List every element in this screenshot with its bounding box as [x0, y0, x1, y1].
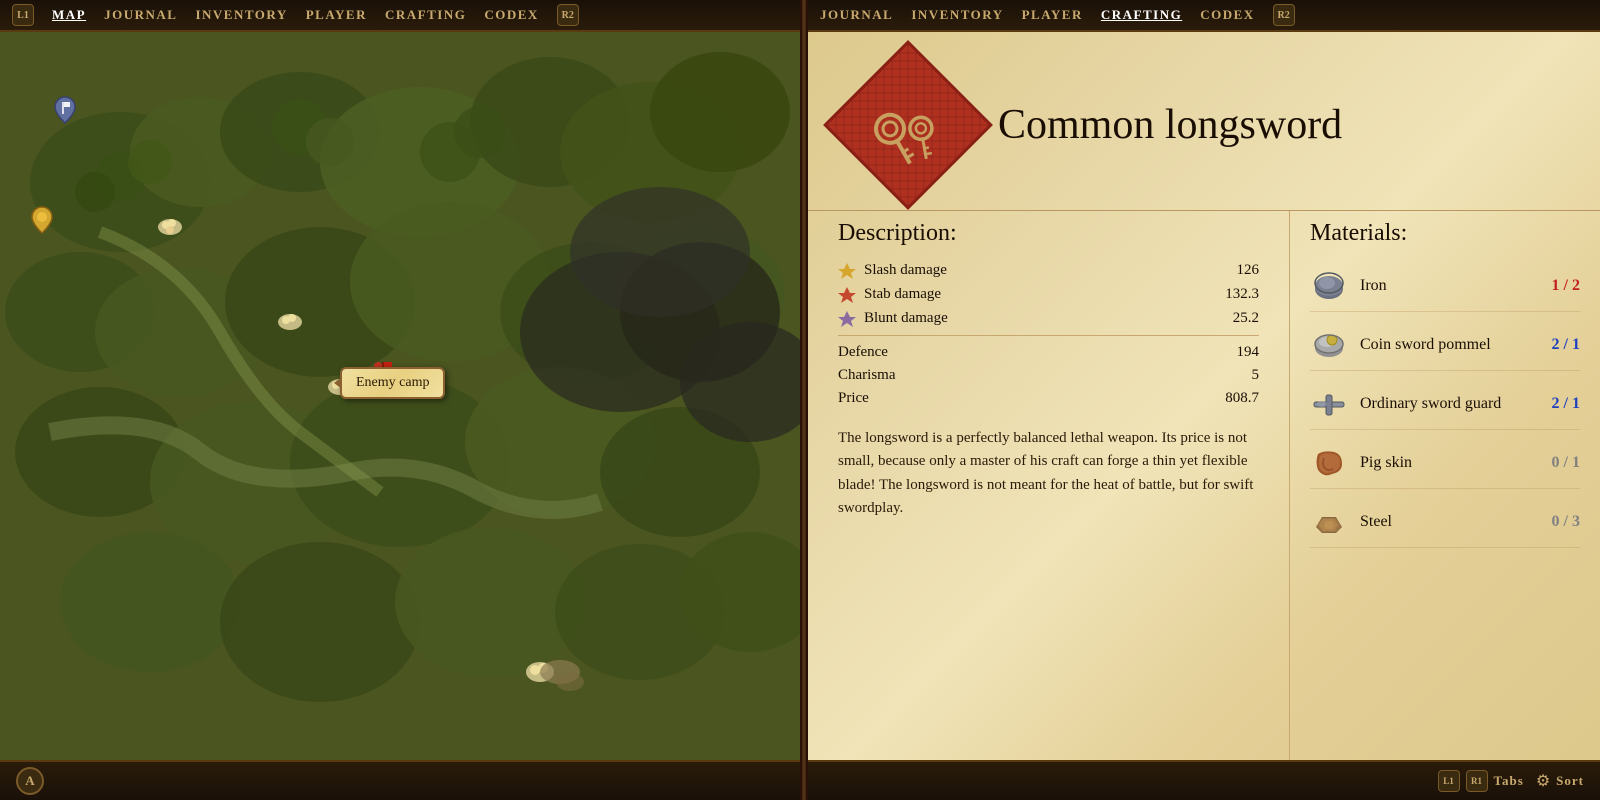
guard-count: 2 / 1	[1552, 395, 1580, 413]
nav-r-codex[interactable]: CODEX	[1200, 7, 1254, 23]
r2-button[interactable]: R2	[557, 4, 579, 26]
stat-slash: Slash damage 126	[838, 261, 1259, 279]
material-iron: Iron 1 / 2	[1310, 261, 1580, 312]
map-area[interactable]: Enemy camp	[0, 32, 800, 760]
panel-divider	[800, 0, 808, 800]
header-separator	[808, 210, 1600, 211]
iron-count: 1 / 2	[1552, 277, 1580, 295]
r1-footer-button[interactable]: R1	[1466, 770, 1488, 792]
pommel-count: 2 / 1	[1552, 336, 1580, 354]
crafting-panel: JOURNAL INVENTORY PLAYER CRAFTING CODEX …	[808, 0, 1600, 800]
stat-charisma: Charisma 5	[838, 367, 1259, 384]
bottom-bar-left: A	[0, 760, 800, 800]
stat-price: Price 808.7	[838, 390, 1259, 407]
pommel-name: Coin sword pommel	[1360, 336, 1540, 354]
item-icon-svg	[853, 75, 963, 185]
l1-button[interactable]: L1	[12, 4, 34, 26]
a-button[interactable]: A	[16, 767, 44, 795]
r2-button-right[interactable]: R2	[1273, 4, 1295, 26]
nav-journal[interactable]: JOURNAL	[104, 7, 177, 23]
stat-blunt: Blunt damage 25.2	[838, 309, 1259, 327]
enemy-camp-tooltip: Enemy camp	[340, 367, 445, 399]
nav-r-player[interactable]: PLAYER	[1022, 7, 1083, 23]
blunt-icon	[838, 309, 856, 327]
sort-label: Sort	[1556, 773, 1584, 789]
nav-inventory[interactable]: INVENTORY	[195, 7, 287, 23]
nav-map[interactable]: MAP	[52, 7, 86, 23]
item-header: Common longsword	[808, 40, 1600, 210]
item-title: Common longsword	[998, 102, 1342, 148]
nav-bar-right: JOURNAL INVENTORY PLAYER CRAFTING CODEX …	[808, 0, 1600, 32]
nav-codex[interactable]: CODEX	[484, 7, 538, 23]
sort-button[interactable]: ⚙ Sort	[1536, 771, 1584, 791]
iron-name: Iron	[1360, 277, 1540, 295]
slash-icon	[838, 261, 856, 279]
map-background: Enemy camp	[0, 32, 800, 760]
pigskin-count: 0 / 1	[1552, 454, 1580, 472]
material-guard: Ordinary sword guard 2 / 1	[1310, 379, 1580, 430]
stat-defence: Defence 194	[838, 344, 1259, 361]
nav-r-inventory[interactable]: INVENTORY	[911, 7, 1003, 23]
item-icon-container	[838, 60, 978, 190]
description-text: The longsword is a perfectly balanced le…	[838, 427, 1259, 520]
iron-icon	[1310, 267, 1348, 305]
nav-bar-left: L1 MAP JOURNAL INVENTORY PLAYER CRAFTING…	[0, 0, 800, 32]
steel-name: Steel	[1360, 513, 1540, 531]
steel-icon	[1310, 503, 1348, 541]
stab-icon	[838, 285, 856, 303]
l1-footer-button[interactable]: L1	[1438, 770, 1460, 792]
stat-stab: Stab damage 132.3	[838, 285, 1259, 303]
pigskin-name: Pig skin	[1360, 454, 1540, 472]
nav-player[interactable]: PLAYER	[306, 7, 367, 23]
material-pommel: Coin sword pommel 2 / 1	[1310, 320, 1580, 371]
bottom-bar-right: L1 R1 Tabs ⚙ Sort	[808, 760, 1600, 800]
materials-section: Materials: Iron 1 / 2	[1290, 210, 1600, 760]
pigskin-icon	[1310, 444, 1348, 482]
steel-count: 0 / 3	[1552, 513, 1580, 531]
material-steel: Steel 0 / 3	[1310, 497, 1580, 548]
content-area: Description: Slash damage 126 Stab damag…	[808, 210, 1600, 760]
stat-separator-1	[838, 335, 1259, 336]
nav-r-journal[interactable]: JOURNAL	[820, 7, 893, 23]
materials-title: Materials:	[1310, 220, 1580, 247]
description-section: Description: Slash damage 126 Stab damag…	[808, 210, 1290, 760]
guard-name: Ordinary sword guard	[1360, 395, 1540, 413]
sort-icon: ⚙	[1536, 771, 1550, 791]
description-title: Description:	[838, 220, 1259, 247]
nav-r-crafting[interactable]: CRAFTING	[1101, 7, 1182, 23]
pommel-icon	[1310, 326, 1348, 364]
material-pigskin: Pig skin 0 / 1	[1310, 438, 1580, 489]
tabs-button[interactable]: L1 R1 Tabs	[1438, 770, 1524, 792]
map-panel: L1 MAP JOURNAL INVENTORY PLAYER CRAFTING…	[0, 0, 800, 800]
guard-icon	[1310, 385, 1348, 423]
tabs-label: Tabs	[1494, 773, 1524, 789]
nav-crafting[interactable]: CRAFTING	[385, 7, 466, 23]
